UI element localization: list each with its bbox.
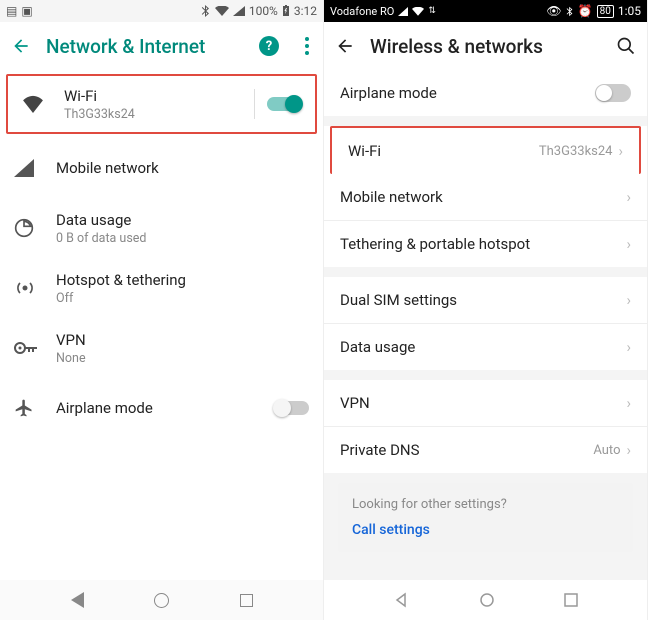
chevron-right-icon: › (626, 338, 631, 356)
battery-text: 100% (249, 4, 278, 18)
airplane-label: Airplane mode (56, 399, 275, 417)
wifi-icon (215, 6, 229, 16)
battery-text: 80 (597, 5, 614, 18)
back-arrow-icon[interactable] (334, 35, 356, 57)
nav-back-icon[interactable] (71, 592, 84, 608)
wifi-toggle[interactable] (267, 97, 301, 111)
appbar: Network & Internet ? (0, 22, 323, 70)
carrier-text: Vodafone RO (330, 5, 394, 18)
dns-label: Private DNS (340, 441, 593, 459)
data-usage-row[interactable]: Data usage › (324, 324, 647, 370)
key-icon (14, 341, 56, 355)
nav-home-icon[interactable] (154, 593, 169, 608)
signal-icon (233, 6, 245, 16)
private-dns-row[interactable]: Private DNS Auto › (324, 427, 647, 473)
wifi-row[interactable]: Wi-Fi Th3G33ks24 › (330, 126, 641, 174)
datausage-label: Data usage (340, 338, 626, 356)
mobile-network-row[interactable]: Mobile network (0, 138, 323, 198)
signal-icon (14, 159, 56, 177)
vpn-row[interactable]: VPN › (324, 380, 647, 427)
bluetooth-icon (566, 6, 574, 17)
airplane-row[interactable]: Airplane mode (0, 378, 323, 438)
wifi-value: Th3G33ks24 (539, 144, 613, 159)
airplane-label: Airplane mode (340, 84, 595, 102)
help-icon[interactable]: ? (259, 36, 279, 56)
chevron-right-icon: › (626, 188, 631, 206)
chevron-right-icon: › (626, 394, 631, 412)
statusbar: ▤ ▣ 100% 3:12 (0, 0, 323, 22)
mobile-label: Mobile network (340, 188, 626, 206)
dns-value: Auto (593, 443, 620, 458)
spacer (324, 267, 647, 277)
wifi-icon (412, 7, 424, 16)
datausage-label: Data usage (56, 211, 309, 229)
airplane-icon (14, 398, 56, 418)
chevron-right-icon: › (626, 441, 631, 459)
hotspot-label: Hotspot & tethering (56, 271, 309, 289)
nav-bar (324, 580, 647, 620)
time-text: 1:05 (618, 4, 641, 18)
airplane-row[interactable]: Airplane mode (324, 70, 647, 116)
vpn-row[interactable]: VPN None (0, 318, 323, 378)
datausage-sub: 0 B of data used (56, 231, 309, 246)
tethering-row[interactable]: Tethering & portable hotspot › (324, 221, 647, 267)
spacer (324, 370, 647, 380)
battery-icon (282, 5, 290, 17)
nav-recent-icon[interactable] (240, 594, 253, 607)
data-usage-row[interactable]: Data usage 0 B of data used (0, 198, 323, 258)
nav-bar (0, 580, 323, 620)
bluetooth-icon (201, 5, 211, 17)
time-text: 3:12 (294, 4, 317, 18)
signal-icon (398, 7, 408, 16)
dual-sim-row[interactable]: Dual SIM settings › (324, 277, 647, 324)
mobile-network-row[interactable]: Mobile network › (324, 174, 647, 221)
nav-back-icon[interactable] (393, 592, 409, 608)
footer-card: Looking for other settings? Call setting… (338, 483, 633, 552)
divider (254, 89, 255, 119)
vpn-label: VPN (56, 331, 309, 349)
nav-recent-icon[interactable] (564, 593, 578, 607)
mobile-label: Mobile network (56, 159, 309, 177)
phone-left: ▤ ▣ 100% 3:12 Network & Internet ? (0, 0, 324, 620)
notif-icon: ▤ (6, 4, 17, 18)
alarm-icon: ⏰ (578, 4, 593, 18)
overflow-menu-icon[interactable] (305, 37, 309, 55)
nav-home-icon[interactable] (479, 592, 495, 608)
spacer (324, 116, 647, 126)
chevron-right-icon: › (626, 291, 631, 309)
search-icon[interactable] (615, 35, 637, 57)
wifi-row[interactable]: Wi-Fi Th3G33ks24 (6, 74, 317, 134)
hotspot-row[interactable]: Hotspot & tethering Off (0, 258, 323, 318)
hotspot-sub: Off (56, 291, 309, 306)
call-settings-link[interactable]: Call settings (352, 522, 619, 538)
appbar: Wireless & networks (324, 22, 647, 70)
settings-list: Airplane mode Wi-Fi Th3G33ks24 › Mobile … (324, 70, 647, 580)
vpn-sub: None (56, 351, 309, 366)
chevron-right-icon: › (618, 142, 623, 160)
page-title: Network & Internet (46, 35, 245, 58)
airplane-toggle[interactable] (275, 401, 309, 415)
airplane-toggle[interactable] (595, 84, 631, 102)
wifi-label: Wi-Fi (348, 142, 539, 160)
chevron-right-icon: › (626, 235, 631, 253)
image-icon: ▣ (21, 4, 32, 18)
volte-icon: ⇅ (428, 6, 436, 16)
vpn-label: VPN (340, 394, 626, 412)
phone-right: Vodafone RO ⇅ 👁 ⏰ 80 1:05 Wireless & net… (324, 0, 648, 620)
dualsim-label: Dual SIM settings (340, 291, 626, 309)
footer-question: Looking for other settings? (352, 497, 619, 512)
eye-icon: 👁 (546, 4, 561, 18)
data-usage-icon (14, 218, 56, 238)
hotspot-icon (14, 278, 56, 298)
settings-list: Wi-Fi Th3G33ks24 Mobile network Data usa… (0, 70, 323, 580)
statusbar: Vodafone RO ⇅ 👁 ⏰ 80 1:05 (324, 0, 647, 22)
wifi-ssid: Th3G33ks24 (64, 107, 254, 122)
wifi-icon (22, 95, 64, 113)
page-title: Wireless & networks (370, 35, 601, 58)
wifi-label: Wi-Fi (64, 87, 254, 105)
back-arrow-icon[interactable] (10, 35, 32, 57)
tether-label: Tethering & portable hotspot (340, 235, 626, 253)
